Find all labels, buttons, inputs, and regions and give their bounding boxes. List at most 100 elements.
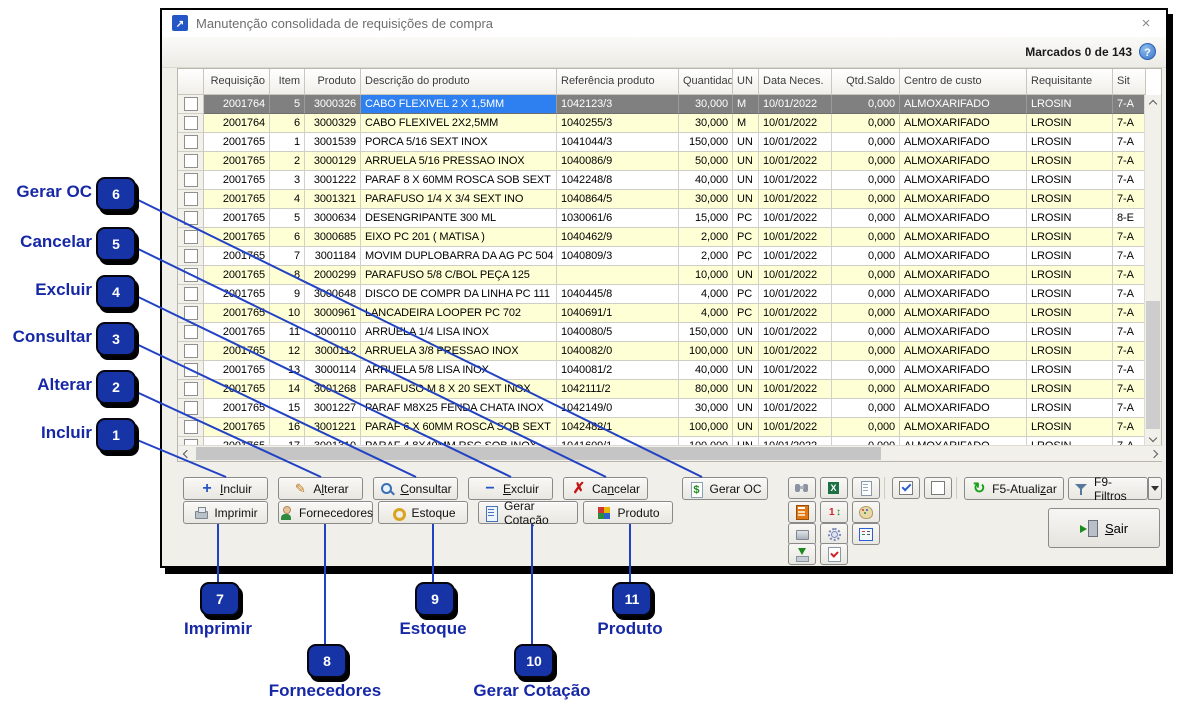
produto-button[interactable]: Produto	[583, 501, 673, 524]
column-header-produto[interactable]: Produto	[305, 69, 361, 95]
column-header-referencia-produto[interactable]: Referência produto	[557, 69, 679, 95]
table-row[interactable]: 200176523000129ARRUELA 5/16 PRESSAO INOX…	[178, 152, 1144, 171]
cell-item: 12	[270, 342, 305, 361]
table-row[interactable]: 2001765113000110ARRUELA 1/4 LISA INOX104…	[178, 323, 1144, 342]
column-header-data-neces-[interactable]: Data Neces.	[759, 69, 832, 95]
table-row[interactable]: 200176453000326CABO FLEXIVEL 2 X 1,5MM10…	[178, 95, 1144, 114]
cell-descricao: PARAF 6 X 60MM ROSCA SOB SEXT	[361, 418, 557, 437]
alterar-button[interactable]: Alterar	[278, 477, 363, 500]
vertical-scrollbar-thumb[interactable]	[1146, 301, 1160, 429]
scroll-up-icon[interactable]	[1145, 95, 1160, 110]
column-header-requisitante[interactable]: Requisitante	[1027, 69, 1113, 95]
row-checkbox[interactable]	[184, 192, 198, 206]
table-row[interactable]: 200176563000685EIXO PC 201 ( MATISA )104…	[178, 228, 1144, 247]
table-row[interactable]: 200176463000329CABO FLEXIVEL 2X2,5MM1040…	[178, 114, 1144, 133]
horizontal-scrollbar-thumb[interactable]	[196, 447, 881, 460]
table-row[interactable]: 2001765123000112ARRUELA 3/8 PRESSAO INOX…	[178, 342, 1144, 361]
row-checkbox[interactable]	[184, 249, 198, 263]
check-all-button[interactable]	[892, 477, 920, 499]
row-checkbox[interactable]	[184, 135, 198, 149]
table-row[interactable]: 2001765103000961LANCADEIRA LOOPER PC 702…	[178, 304, 1144, 323]
table-row[interactable]: 200176553000634DESENGRIPANTE 300 ML10300…	[178, 209, 1144, 228]
sort-button[interactable]	[820, 501, 848, 523]
horizontal-scrollbar[interactable]	[178, 445, 1163, 461]
f9-filtros-button[interactable]: F9-Filtros	[1068, 477, 1148, 500]
row-checkbox[interactable]	[184, 344, 198, 358]
column-header-quantidade[interactable]: Quantidade	[679, 69, 733, 95]
row-checkbox[interactable]	[184, 325, 198, 339]
close-button[interactable]: ×	[1136, 14, 1156, 34]
cell-saldo: 0,000	[832, 190, 900, 209]
cell-saldo: 0,000	[832, 266, 900, 285]
grid-config-icon	[858, 526, 874, 542]
scroll-left-icon[interactable]	[178, 446, 193, 461]
cell-centro: ALMOXARIFADO	[900, 285, 1027, 304]
table-row[interactable]: 2001765153001227PARAF M8X25 FENDA CHATA …	[178, 399, 1144, 418]
column-header-checkbox[interactable]	[178, 69, 204, 95]
table-row[interactable]: 200176573001184MOVIM DUPLOBARRA DA AG PC…	[178, 247, 1144, 266]
fornecedores-button[interactable]: Fornecedores	[278, 501, 373, 524]
row-checkbox[interactable]	[184, 287, 198, 301]
column-header-centro-de-custo[interactable]: Centro de custo	[900, 69, 1027, 95]
help-icon[interactable]	[1139, 43, 1156, 60]
excluir-button[interactable]: Excluir	[468, 477, 553, 500]
import-button[interactable]	[788, 543, 816, 565]
gerar-cotacao-button[interactable]: Gerar Cotação	[478, 501, 578, 524]
f5-atualizar-button[interactable]: F5-Atualizar	[964, 477, 1064, 500]
column-header-descricao-do-produto[interactable]: Descrição do produto	[361, 69, 557, 95]
cell-saldo: 0,000	[832, 361, 900, 380]
table-row[interactable]: 200176593000648DISCO DE COMPR DA LINHA P…	[178, 285, 1144, 304]
row-checkbox[interactable]	[184, 363, 198, 377]
row-checkbox[interactable]	[184, 116, 198, 130]
vertical-scrollbar[interactable]	[1144, 95, 1161, 447]
consultar-button[interactable]: Consultar	[373, 477, 458, 500]
table-row[interactable]: 200176582000299PARAFUSO 5/8 C/BOL PEÇA 1…	[178, 266, 1144, 285]
column-header-un[interactable]: UN	[733, 69, 759, 95]
cell-item: 3	[270, 171, 305, 190]
row-checkbox[interactable]	[184, 401, 198, 415]
row-checkbox[interactable]	[184, 306, 198, 320]
imprimir-button[interactable]: Imprimir	[183, 501, 268, 524]
column-header-qtd-saldo[interactable]: Qtd.Saldo	[832, 69, 900, 95]
box-button[interactable]	[788, 523, 816, 545]
column-header-requisicao[interactable]: Requisição	[204, 69, 270, 95]
table-row[interactable]: 2001765143001268PARAFUSO M 8 X 20 SEXT I…	[178, 380, 1144, 399]
report-button[interactable]	[852, 477, 880, 499]
cell-sit: 7-A	[1113, 361, 1144, 380]
row-checkbox[interactable]	[184, 173, 198, 187]
gerar-oc-button[interactable]: Gerar OC	[682, 477, 768, 500]
grid-config-button[interactable]	[852, 523, 880, 545]
uncheck-all-button[interactable]	[924, 477, 952, 499]
callout-label-incluir: Incluir	[0, 423, 92, 443]
row-checkbox[interactable]	[184, 268, 198, 282]
estoque-button[interactable]: Estoque	[378, 501, 468, 524]
checklist-button[interactable]	[820, 543, 848, 565]
cell-data: 10/01/2022	[759, 266, 832, 285]
table-row[interactable]: 200176533001222PARAF 8 X 60MM ROSCA SOB …	[178, 171, 1144, 190]
row-checkbox[interactable]	[184, 230, 198, 244]
row-checkbox[interactable]	[184, 211, 198, 225]
cell-requisicao: 2001765	[204, 399, 270, 418]
table-row[interactable]: 200176513001539PORCA 5/16 SEXT INOX10410…	[178, 133, 1144, 152]
column-header-sit[interactable]: Sit	[1113, 69, 1146, 95]
cancelar-button[interactable]: Cancelar	[563, 477, 648, 500]
column-header-item[interactable]: Item	[270, 69, 305, 95]
calculator-button[interactable]	[788, 501, 816, 523]
table-row[interactable]: 200176543001321PARAFUSO 1/4 X 3/4 SEXT I…	[178, 190, 1144, 209]
row-checkbox[interactable]	[184, 154, 198, 168]
palette-button[interactable]	[852, 501, 880, 523]
table-row[interactable]: 2001765133000114ARRUELA 5/8 LISA INOX104…	[178, 361, 1144, 380]
row-checkbox[interactable]	[184, 97, 198, 111]
scroll-right-icon[interactable]	[1148, 446, 1163, 461]
row-checkbox[interactable]	[184, 420, 198, 434]
row-checkbox[interactable]	[184, 382, 198, 396]
cell-requisitante: LROSIN	[1027, 361, 1113, 380]
incluir-button[interactable]: Incluir	[183, 477, 268, 500]
table-row[interactable]: 2001765163001221PARAF 6 X 60MM ROSCA SOB…	[178, 418, 1144, 437]
excel-export-button[interactable]	[820, 477, 848, 499]
sair-button[interactable]: Sair	[1048, 508, 1160, 548]
binoculars-button[interactable]	[788, 477, 816, 499]
settings-gear-button[interactable]	[820, 523, 848, 545]
f9-filtros-dropdown-button[interactable]	[1148, 477, 1162, 500]
cell-centro: ALMOXARIFADO	[900, 209, 1027, 228]
